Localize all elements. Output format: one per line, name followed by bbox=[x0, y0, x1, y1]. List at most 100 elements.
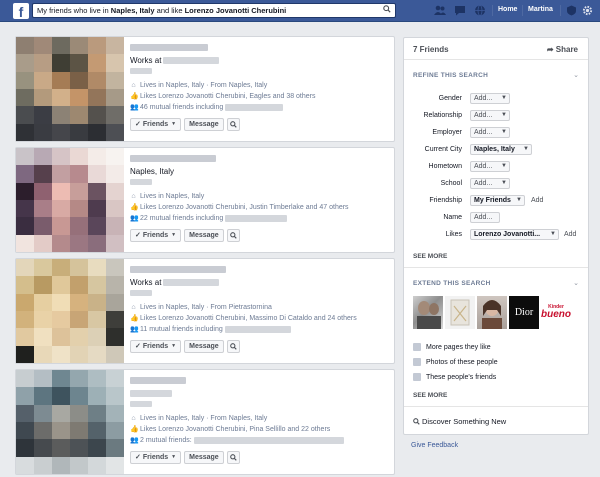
search-city: Naples, Italy bbox=[110, 6, 155, 15]
add-likes-link[interactable]: Add bbox=[564, 231, 576, 238]
privacy-icon[interactable] bbox=[566, 5, 578, 16]
friends-icon: 👥 bbox=[130, 215, 139, 222]
refine-title: REFINE THIS SEARCH bbox=[413, 72, 489, 79]
friends-button[interactable]: ✓ Friends ▼ bbox=[130, 229, 182, 242]
home-icon: ⌂ bbox=[131, 82, 136, 89]
nav-divider bbox=[560, 5, 561, 16]
friends-button[interactable]: ✓ Friends ▼ bbox=[130, 118, 182, 131]
friends-button[interactable]: ✓ Friends ▼ bbox=[130, 451, 182, 464]
current-city-dropdown[interactable]: Naples, Italy ▼ bbox=[470, 144, 532, 155]
friends-of-people-link[interactable]: These people's friends bbox=[413, 373, 496, 381]
search-icon[interactable] bbox=[381, 5, 393, 16]
messages-icon[interactable] bbox=[454, 5, 466, 16]
thumbs-up-icon: 👍 bbox=[130, 93, 139, 100]
filter-label: Employer bbox=[432, 129, 462, 136]
friendship-dropdown[interactable]: My Friends ▼ bbox=[470, 195, 525, 206]
nav-home-link[interactable]: Home bbox=[498, 6, 517, 13]
more-pages-link[interactable]: More pages they like bbox=[413, 343, 491, 351]
filter-label: Hometown bbox=[428, 163, 462, 170]
nav-divider bbox=[492, 5, 493, 16]
message-button[interactable]: Message bbox=[184, 340, 224, 353]
result-card: ⌂ Lives in Naples, Italy · From Naples, I… bbox=[15, 369, 395, 475]
employer-dropdown[interactable]: Add... ▼ bbox=[470, 127, 510, 138]
likes-line: 👍 Likes Lorenzo Jovanotti Cherubini, Eagl… bbox=[130, 93, 316, 100]
profile-photo-pixelated[interactable] bbox=[16, 370, 124, 474]
pages-icon bbox=[413, 343, 421, 351]
hometown-dropdown[interactable]: Add... ▼ bbox=[470, 161, 510, 172]
message-button[interactable]: Message bbox=[184, 118, 224, 131]
blurred-subtitle bbox=[130, 179, 152, 185]
photos-link[interactable]: Photos of these people bbox=[413, 358, 498, 366]
blurred-name[interactable] bbox=[130, 266, 226, 273]
dior-brand-thumb[interactable]: Dior bbox=[509, 296, 539, 329]
top-bar: f My friends who live in Naples, Italy a… bbox=[0, 0, 600, 22]
location-line: ⌂ Lives in Naples, Italy bbox=[131, 193, 205, 200]
search-icon[interactable] bbox=[226, 118, 240, 131]
kinder-bueno-brand-thumb[interactable]: Kinder bueno bbox=[541, 296, 571, 329]
filter-label: Current City bbox=[424, 146, 462, 153]
friends-icon bbox=[413, 373, 421, 381]
result-title bbox=[130, 389, 172, 398]
likes-dropdown[interactable]: Lorenzo Jovanotti... ▼ bbox=[470, 229, 559, 240]
gender-dropdown[interactable]: Add... ▼ bbox=[470, 93, 510, 104]
result-title: Works at bbox=[130, 278, 220, 287]
discover-something-new-link[interactable]: Discover Something New bbox=[413, 417, 506, 426]
friends-icon: 👥 bbox=[130, 104, 139, 111]
nav-profile-link[interactable]: Martina bbox=[528, 6, 553, 13]
add-friendship-link[interactable]: Add bbox=[531, 197, 543, 204]
home-icon: ⌂ bbox=[131, 193, 136, 200]
see-more-link[interactable]: SEE MORE bbox=[413, 253, 447, 260]
message-button[interactable]: Message bbox=[184, 229, 224, 242]
filter-label: Gender bbox=[438, 95, 462, 102]
thumbs-up-icon: 👍 bbox=[130, 426, 139, 433]
friend-requests-icon[interactable] bbox=[434, 5, 446, 16]
chevron-down-icon[interactable]: ⌄ bbox=[573, 279, 579, 287]
search-mid: and like bbox=[154, 6, 185, 15]
blurred-subtitle bbox=[130, 290, 152, 296]
search-icon[interactable] bbox=[226, 340, 240, 353]
search-prefix: My friends who live in bbox=[37, 6, 111, 15]
suggested-page-thumb[interactable] bbox=[477, 296, 507, 329]
search-icon bbox=[413, 417, 422, 426]
settings-gear-icon[interactable] bbox=[582, 5, 594, 16]
search-icon[interactable] bbox=[226, 229, 240, 242]
search-icon[interactable] bbox=[226, 451, 240, 464]
give-feedback-link[interactable]: Give Feedback bbox=[411, 442, 458, 449]
result-title: Works at bbox=[130, 56, 220, 65]
mutual-friends-line: 👥 22 mutual friends including bbox=[130, 215, 288, 222]
notifications-icon[interactable] bbox=[474, 5, 486, 16]
school-dropdown[interactable]: Add... ▼ bbox=[470, 178, 510, 189]
profile-photo-pixelated[interactable] bbox=[16, 259, 124, 363]
location-line: ⌂ Lives in Naples, Italy · From Naples, I… bbox=[131, 415, 268, 422]
thumbs-up-icon: 👍 bbox=[130, 315, 139, 322]
location-line: ⌂ Lives in Naples, Italy · From Pietrasto… bbox=[131, 304, 272, 311]
graph-search-input[interactable]: My friends who live in Naples, Italy and… bbox=[32, 3, 396, 18]
thumbs-up-icon: 👍 bbox=[130, 204, 139, 211]
result-title: Naples, Italy bbox=[130, 167, 175, 176]
friends-icon: 👥 bbox=[130, 437, 139, 444]
filter-label: School bbox=[440, 180, 462, 187]
relationship-dropdown[interactable]: Add... ▼ bbox=[470, 110, 510, 121]
profile-photo-pixelated[interactable] bbox=[16, 37, 124, 141]
share-button[interactable]: ➦ Share bbox=[547, 45, 578, 54]
likes-line: 👍 Likes Lorenzo Jovanotti Cherubini, Mass… bbox=[130, 315, 357, 322]
mutual-friends-line: 👥 2 mutual friends: bbox=[130, 437, 344, 444]
results-count: 7 Friends bbox=[413, 45, 449, 54]
friends-button[interactable]: ✓ Friends ▼ bbox=[130, 340, 182, 353]
name-dropdown[interactable]: Add... bbox=[470, 212, 500, 223]
blurred-name[interactable] bbox=[130, 44, 208, 51]
facebook-logo[interactable]: f bbox=[13, 3, 29, 19]
filter-label: Likes bbox=[445, 231, 462, 238]
suggested-page-thumb[interactable] bbox=[413, 296, 443, 329]
profile-photo-pixelated[interactable] bbox=[16, 148, 124, 252]
chevron-down-icon[interactable]: ⌄ bbox=[573, 71, 579, 79]
suggested-page-thumb[interactable] bbox=[445, 296, 475, 329]
results-header: 7 Friends ➦ Share bbox=[404, 38, 588, 60]
blurred-name[interactable] bbox=[130, 155, 216, 162]
message-button[interactable]: Message bbox=[184, 451, 224, 464]
blurred-subtitle bbox=[130, 68, 152, 74]
blurred-name[interactable] bbox=[130, 377, 186, 384]
see-more-link[interactable]: SEE MORE bbox=[413, 392, 447, 399]
result-card: Works at ⌂ Lives in Naples, Italy · From … bbox=[15, 36, 395, 142]
filter-label: Name bbox=[443, 214, 462, 221]
